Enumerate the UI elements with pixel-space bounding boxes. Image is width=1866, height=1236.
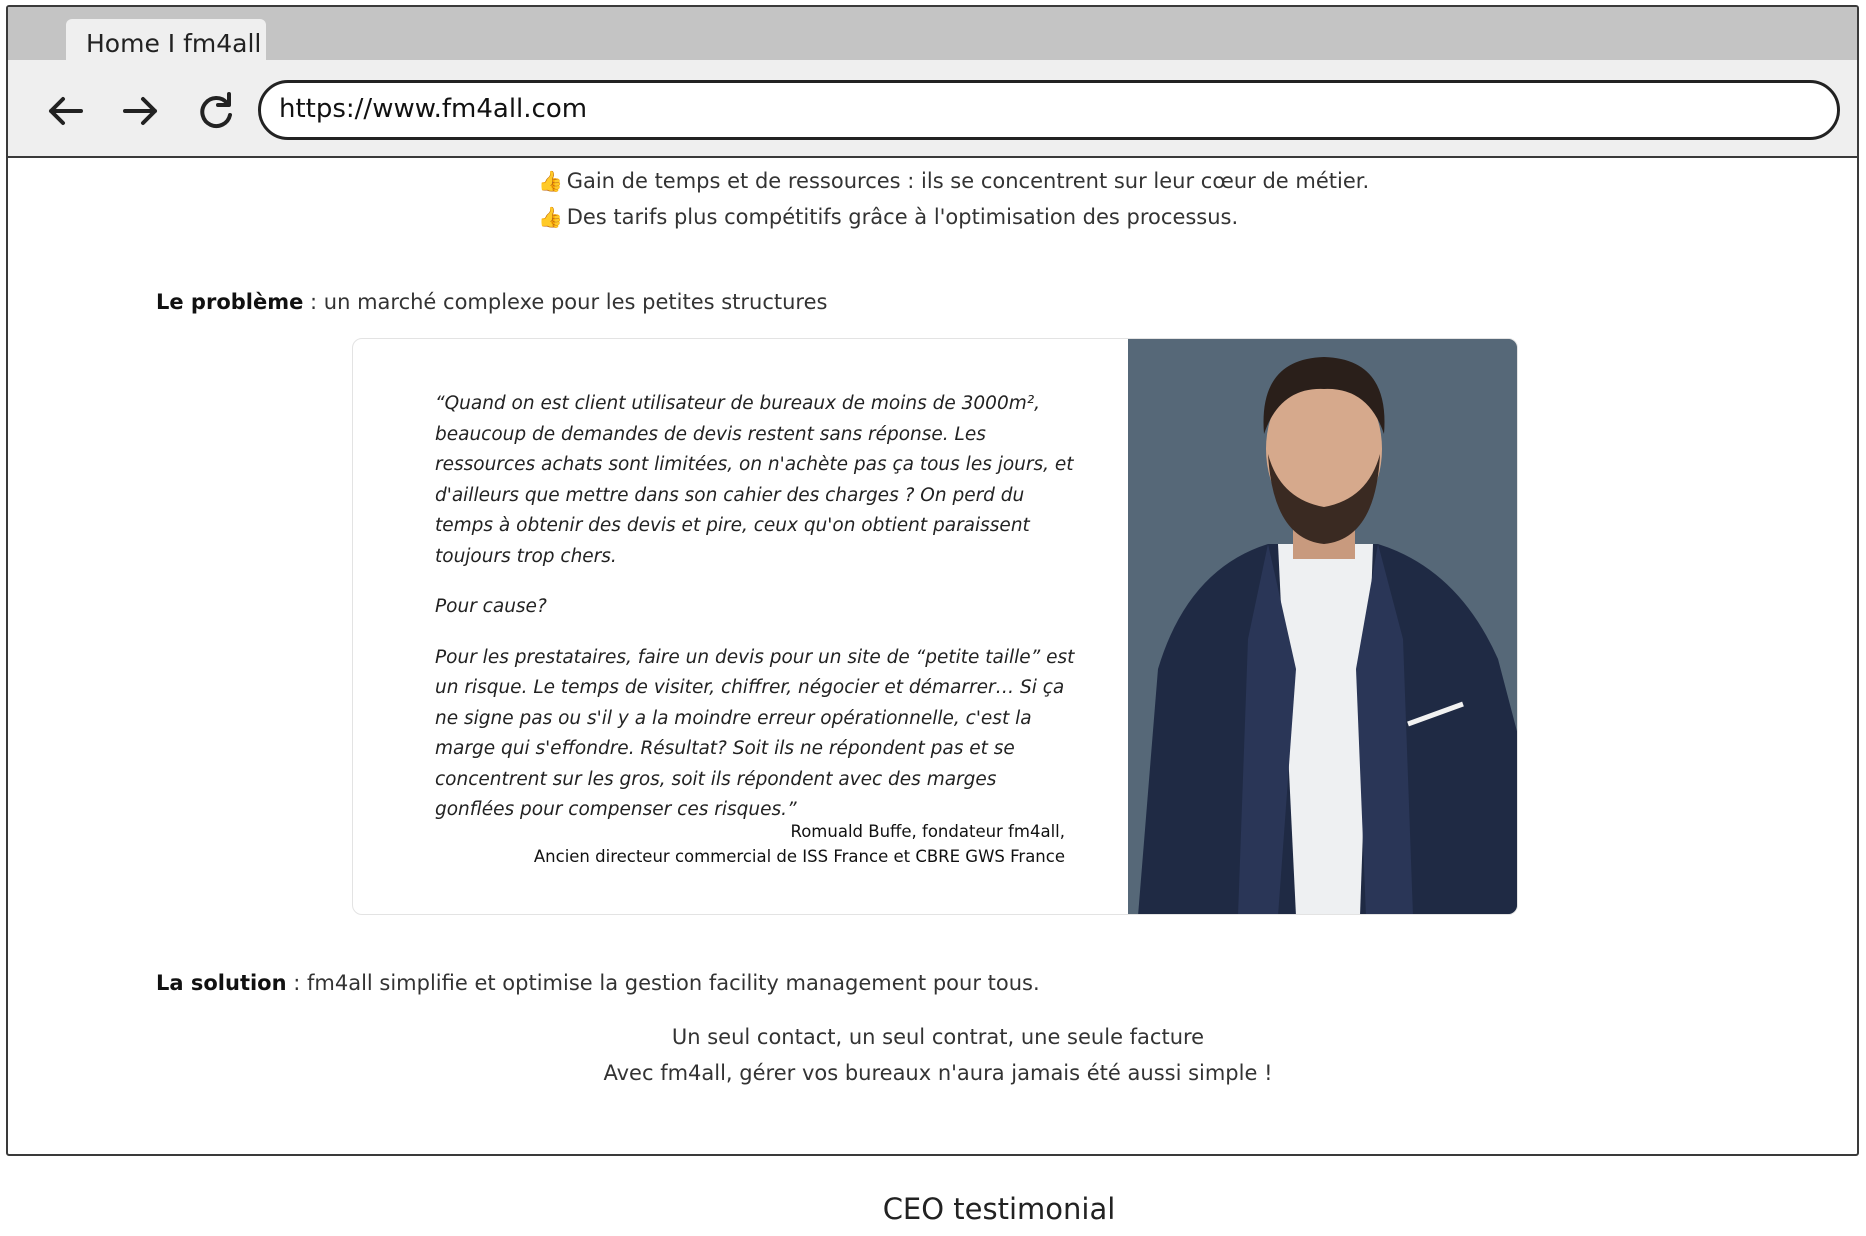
problem-paragraph: Le problème : un marché complexe pour le…	[156, 290, 827, 314]
problem-text: : un marché complexe pour les petites st…	[303, 290, 828, 314]
page-content: 👍 Gain de temps et de ressources : ils s…	[8, 158, 1857, 1154]
solution-paragraph: La solution : fm4all simplifie et optimi…	[156, 971, 1040, 995]
tab-bar: Home I fm4all	[8, 7, 1857, 63]
thumbs-up-icon: 👍	[538, 205, 563, 229]
thumbs-up-icon: 👍	[538, 169, 563, 193]
tagline-1: Un seul contact, un seul contrat, une se…	[671, 1025, 1205, 1049]
benefit-item: 👍 Des tarifs plus compétitifs grâce à l'…	[538, 205, 1238, 229]
author-name: Romuald Buffe, fondateur fm4all,	[790, 822, 1065, 841]
testimonial-quote: “Quand on est client utilisateur de bure…	[435, 389, 1075, 846]
arrow-left-icon[interactable]	[40, 86, 90, 136]
browser-tab[interactable]: Home I fm4all	[66, 19, 266, 63]
testimonial-card: “Quand on est client utilisateur de bure…	[352, 338, 1518, 915]
benefit-text: Des tarifs plus compétitifs grâce à l'op…	[566, 205, 1239, 229]
tagline-2: Avec fm4all, gérer vos bureaux n'aura ja…	[603, 1061, 1273, 1085]
author-title: Ancien directeur commercial de ISS Franc…	[533, 847, 1065, 866]
browser-window: Home I fm4all https://www.fm4all.com 👍 G…	[6, 5, 1859, 1156]
solution-label: La solution	[156, 971, 287, 995]
quote-paragraph: Pour cause?	[435, 596, 547, 617]
arrow-right-icon[interactable]	[116, 86, 166, 136]
solution-text: : fm4all simplifie et optimise la gestio…	[286, 971, 1040, 995]
quote-paragraph: “Quand on est client utilisateur de bure…	[435, 393, 1074, 567]
figure-caption: CEO testimonial	[882, 1192, 1116, 1226]
benefit-item: 👍 Gain de temps et de ressources : ils s…	[538, 169, 1369, 193]
testimonial-signature: Romuald Buffe, fondateur fm4all, Ancien …	[534, 819, 1065, 869]
problem-label: Le problème	[156, 290, 304, 314]
reload-icon[interactable]	[190, 86, 240, 136]
browser-toolbar: https://www.fm4all.com	[8, 60, 1857, 158]
address-bar[interactable]: https://www.fm4all.com	[258, 80, 1840, 140]
benefit-text: Gain de temps et de ressources : ils se …	[566, 169, 1370, 193]
quote-paragraph: Pour les prestataires, faire un devis po…	[435, 646, 1075, 821]
ceo-portrait	[1128, 339, 1517, 914]
